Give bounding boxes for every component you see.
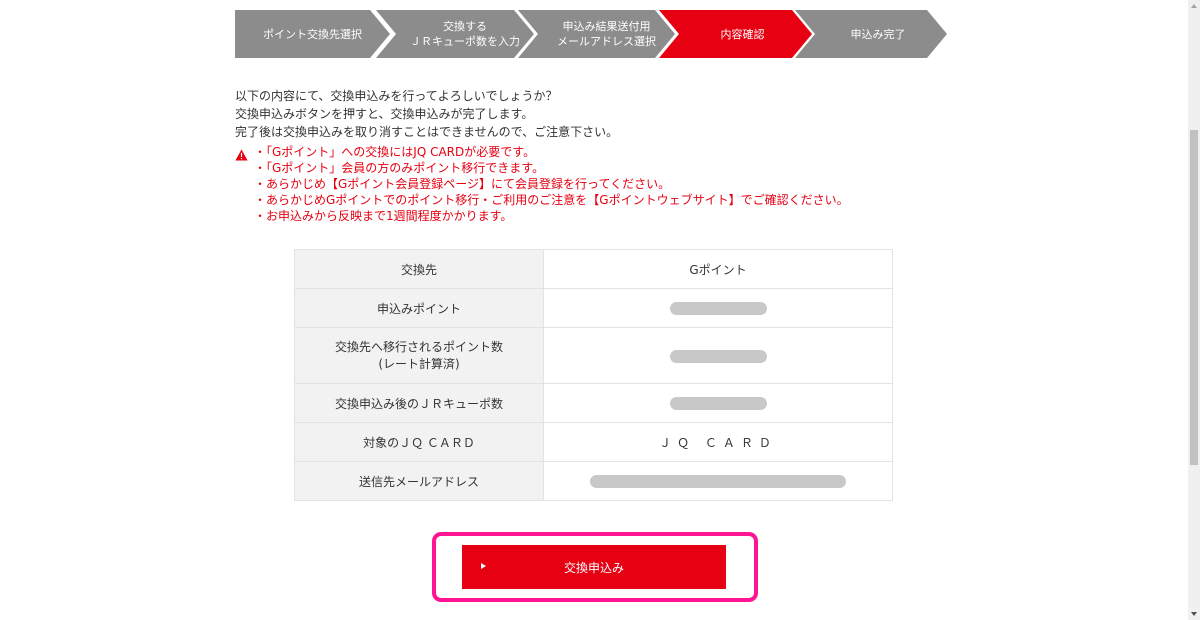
redacted-value — [669, 349, 767, 363]
step-progress-bar: ポイント交換先選択 交換する ＪＲキューポ数を入力 申込み結果送付用 メールアド… — [235, 10, 947, 58]
redacted-value — [590, 475, 846, 488]
warning-item: ・「Gポイント」への交換にはJQ CARDが必要です。 — [254, 145, 536, 159]
scroll-thumb[interactable] — [1190, 130, 1198, 465]
step-4-label: 内容確認 — [720, 27, 765, 41]
redacted-value — [669, 302, 767, 315]
submit-exchange-button[interactable]: 交換申込み — [462, 545, 726, 589]
email-value — [543, 461, 893, 501]
submit-button-label: 交換申込み — [563, 560, 624, 575]
step-5-label: 申込み完了 — [850, 27, 906, 41]
warning-item: ・あらかじめGポイントでのポイント移行・ご利用のご注意を【Gポイントウェブサイト… — [254, 193, 849, 207]
step-3-label: 申込み結果送付用 メールアドレス選択 — [557, 20, 656, 48]
step-5: 申込み完了 — [795, 10, 947, 58]
redacted-value — [669, 397, 767, 410]
email-label: 送信先メールアドレス — [294, 461, 544, 501]
transfer-points-label-line-2: (レート計算済) — [378, 356, 460, 371]
apply-points-value — [543, 288, 893, 328]
warning-icon — [235, 149, 248, 161]
table-row: 交換先 Gポイント — [294, 249, 893, 289]
arrow-down-icon — [1191, 612, 1197, 616]
step-2-label: 交換する ＪＲキューポ数を入力 — [410, 20, 520, 48]
warning-item: ・「Gポイント」会員の方のみポイント移行できます。 — [254, 161, 545, 175]
remaining-points-value — [543, 383, 893, 423]
intro-line-1: 以下の内容にて、交換申込みを行ってよろしいでしょうか？ — [235, 89, 558, 103]
remaining-points-label: 交換申込み後のＪＲキューポ数 — [294, 383, 544, 423]
step-2: 交換する ＪＲキューポ数を入力 — [376, 10, 534, 58]
warning-item: ・あらかじめ【Gポイント会員登録ページ】にて会員登録を行ってください。 — [254, 177, 671, 191]
table-row: 申込みポイント — [294, 288, 893, 328]
vertical-scrollbar[interactable] — [1188, 0, 1200, 620]
warning-item: ・お申込みから反映まで1週間程度かかります。 — [254, 209, 513, 223]
exchange-to-label: 交換先 — [294, 249, 544, 289]
step-1: ポイント交換先選択 — [235, 10, 390, 58]
intro-line-2: 交換申込みボタンを押すと、交換申込みが完了します。 — [235, 107, 534, 121]
table-row: 交換申込み後のＪＲキューポ数 — [294, 383, 893, 423]
warning-list: ・「Gポイント」への交換にはJQ CARDが必要です。 ・「Gポイント」会員の方… — [254, 144, 849, 224]
confirmation-table: 交換先 Gポイント 申込みポイント 交換先へ移行されるポイント数 (レート計算済… — [294, 249, 893, 501]
arrow-up-icon — [1191, 4, 1197, 8]
transfer-points-label-line-1: 交換先へ移行されるポイント数 — [334, 339, 503, 354]
intro-text: 以下の内容にて、交換申込みを行ってよろしいでしょうか？ 交換申込みボタンを押すと… — [235, 87, 618, 141]
card-label: 対象のＪＱ ＣＡＲＤ — [294, 422, 544, 462]
apply-points-label: 申込みポイント — [294, 288, 544, 328]
exchange-to-value: Gポイント — [543, 249, 893, 289]
play-arrow-icon — [481, 563, 486, 569]
transfer-points-value — [543, 327, 893, 384]
transfer-points-label: 交換先へ移行されるポイント数 (レート計算済) — [294, 327, 544, 384]
card-value: ＪＱ ＣＡＲＤ — [543, 422, 893, 462]
table-row: 交換先へ移行されるポイント数 (レート計算済) — [294, 327, 893, 384]
step-4-current: 内容確認 — [659, 10, 812, 58]
intro-line-3: 完了後は交換申込みを取り消すことはできませんので、ご注意下さい。 — [235, 125, 619, 139]
table-row: 対象のＪＱ ＣＡＲＤ ＪＱ ＣＡＲＤ — [294, 422, 893, 462]
step-3: 申込み結果送付用 メールアドレス選択 — [518, 10, 675, 58]
step-1-label: ポイント交換先選択 — [263, 27, 362, 41]
table-row: 送信先メールアドレス — [294, 461, 893, 501]
scroll-down-button[interactable] — [1188, 608, 1200, 620]
scroll-up-button[interactable] — [1188, 0, 1200, 12]
